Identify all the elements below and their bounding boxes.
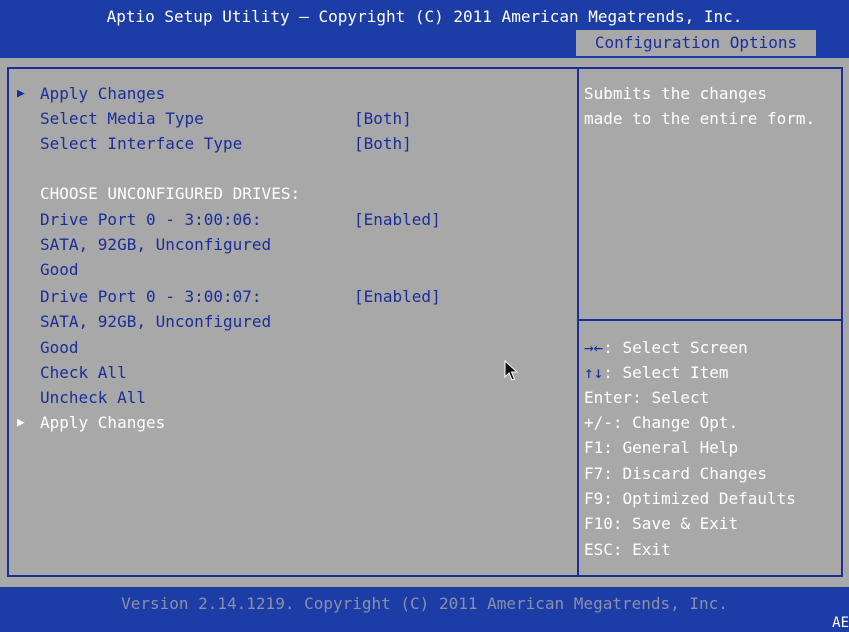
help-text-line: Submits the changes [584,84,768,103]
select-media-type-value[interactable]: [Both] [354,106,412,131]
app-title: Aptio Setup Utility – Copyright (C) 2011… [106,7,743,26]
menu-item-select-media-type[interactable]: Select Media Type [40,106,204,131]
menu-item-drive-port-07[interactable]: Drive Port 0 - 3:00:07: [40,284,262,309]
drive-port-06-status[interactable]: Good [40,257,79,282]
menu-item-select-interface-type[interactable]: Select Interface Type [40,131,242,156]
drive-port-07-info[interactable]: SATA, 92GB, Unconfigured [40,309,271,334]
menu-item-apply-changes-top[interactable]: Apply Changes [40,81,165,106]
menu-item-uncheck-all[interactable]: Uncheck All [40,385,146,410]
arrow-left-right-icon: →← [584,338,604,357]
arrow-up-down-icon: ↑↓ [584,363,604,382]
hint-select-screen: →←: Select Screen [584,338,748,357]
version-text: Version 2.14.1219. Copyright (C) 2011 Am… [121,594,728,613]
select-interface-type-value[interactable]: [Both] [354,131,412,156]
hint-exit: ESC: Exit [584,540,671,559]
hint-save-exit: F10: Save & Exit [584,514,739,533]
hint-select-item: ↑↓: Select Item [584,363,729,382]
triangle-right-icon: ▶ [17,86,25,101]
panel-divider-vertical [577,67,579,577]
hint-change-opt: +/-: Change Opt. [584,413,739,432]
hint-optimized-defaults: F9: Optimized Defaults [584,489,796,508]
drive-port-07-status[interactable]: Good [40,335,79,360]
corner-label: AE [832,615,849,631]
triangle-right-icon: ▶ [17,415,25,430]
help-text-line: made to the entire form. [584,109,816,128]
menu-item-check-all[interactable]: Check All [40,360,127,385]
status-bar: Version 2.14.1219. Copyright (C) 2011 Am… [0,587,849,632]
hint-general-help: F1: General Help [584,438,739,457]
hint-discard-changes: F7: Discard Changes [584,464,768,483]
mouse-cursor-icon [504,360,518,381]
drive-port-06-value[interactable]: [Enabled] [354,207,441,232]
title-bar: Aptio Setup Utility – Copyright (C) 2011… [0,0,849,58]
menu-item-drive-port-06[interactable]: Drive Port 0 - 3:00:06: [40,207,262,232]
menu-item-apply-changes-selected[interactable]: Apply Changes [40,410,165,435]
tab-configuration-options[interactable]: Configuration Options [576,30,816,56]
hint-enter-select: Enter: Select [584,388,710,407]
panel-divider-horizontal [579,319,843,321]
drive-port-06-info[interactable]: SATA, 92GB, Unconfigured [40,232,271,257]
section-heading-unconfigured-drives: CHOOSE UNCONFIGURED DRIVES: [40,184,301,203]
drive-port-07-value[interactable]: [Enabled] [354,284,441,309]
